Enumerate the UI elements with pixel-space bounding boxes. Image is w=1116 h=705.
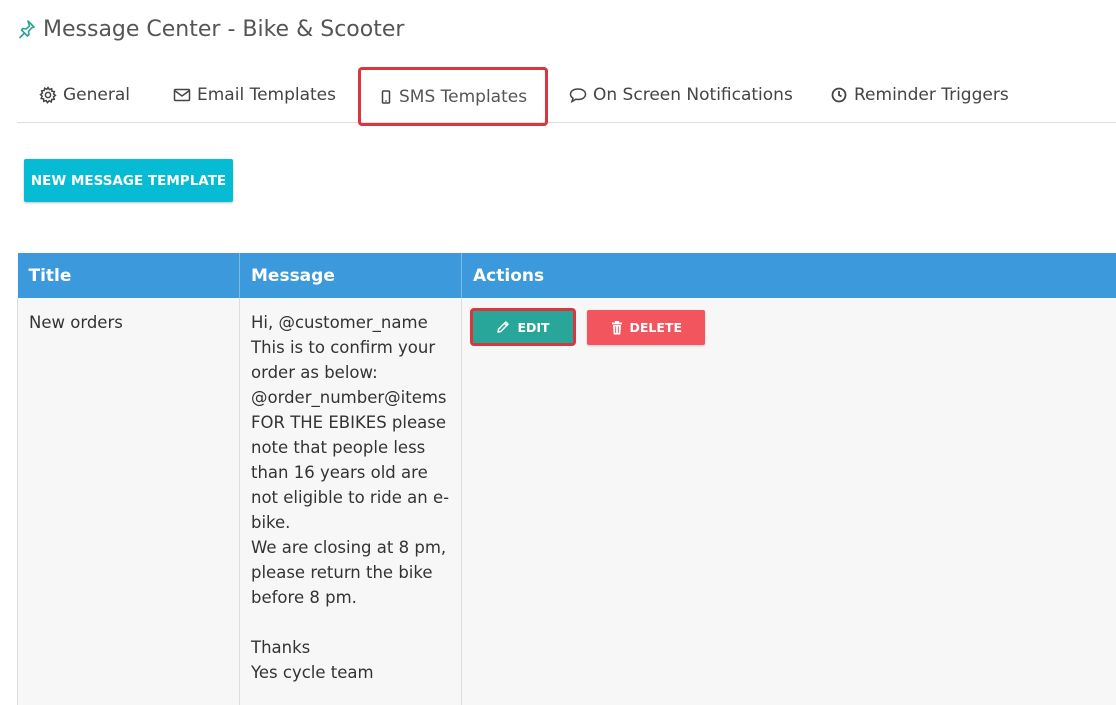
tab-general-label: General [63,85,130,105]
page-header: Message Center - Bike & Scooter [17,17,404,42]
mobile-phone-icon [379,88,393,106]
gear-icon [39,86,57,104]
tab-bar: General Email Templates SMS Templates On… [17,68,1116,123]
pin-icon [17,18,37,42]
table-row: New orders Hi, @customer_name This is to… [18,298,1116,705]
delete-button[interactable]: DELETE [587,310,705,345]
template-actions-cell: EDIT DELETE [462,298,1116,705]
tab-reminder-triggers[interactable]: Reminder Triggers [830,68,1009,122]
trash-icon [611,321,623,335]
edit-button[interactable]: EDIT [473,311,573,343]
tab-sms-templates[interactable]: SMS Templates [358,67,548,126]
tab-on-screen-notifications[interactable]: On Screen Notifications [569,68,793,122]
tab-email-templates-label: Email Templates [197,85,336,105]
column-header-actions: Actions [462,253,1116,298]
tab-general[interactable]: General [39,68,130,122]
clock-icon [830,86,848,104]
tab-sms-templates-label: SMS Templates [399,87,527,107]
delete-button-label: DELETE [630,320,682,335]
sms-templates-table: Title Message Actions New orders Hi, @cu… [17,253,1116,705]
new-message-template-button[interactable]: NEW MESSAGE TEMPLATE [24,159,233,202]
tab-reminder-triggers-label: Reminder Triggers [854,85,1009,105]
template-title-cell: New orders [18,298,240,705]
column-header-title: Title [18,253,240,298]
page-title: Message Center - Bike & Scooter [43,17,404,42]
column-header-message: Message [240,253,462,298]
template-message-cell: Hi, @customer_name This is to confirm yo… [240,298,462,705]
tab-on-screen-notifications-label: On Screen Notifications [593,85,793,105]
envelope-icon [173,86,191,104]
speech-bubble-icon [569,86,587,104]
edit-button-highlight: EDIT [470,308,576,346]
table-header-row: Title Message Actions [18,253,1116,298]
edit-button-label: EDIT [517,320,549,335]
pencil-icon [496,320,510,334]
tab-email-templates[interactable]: Email Templates [173,68,336,122]
